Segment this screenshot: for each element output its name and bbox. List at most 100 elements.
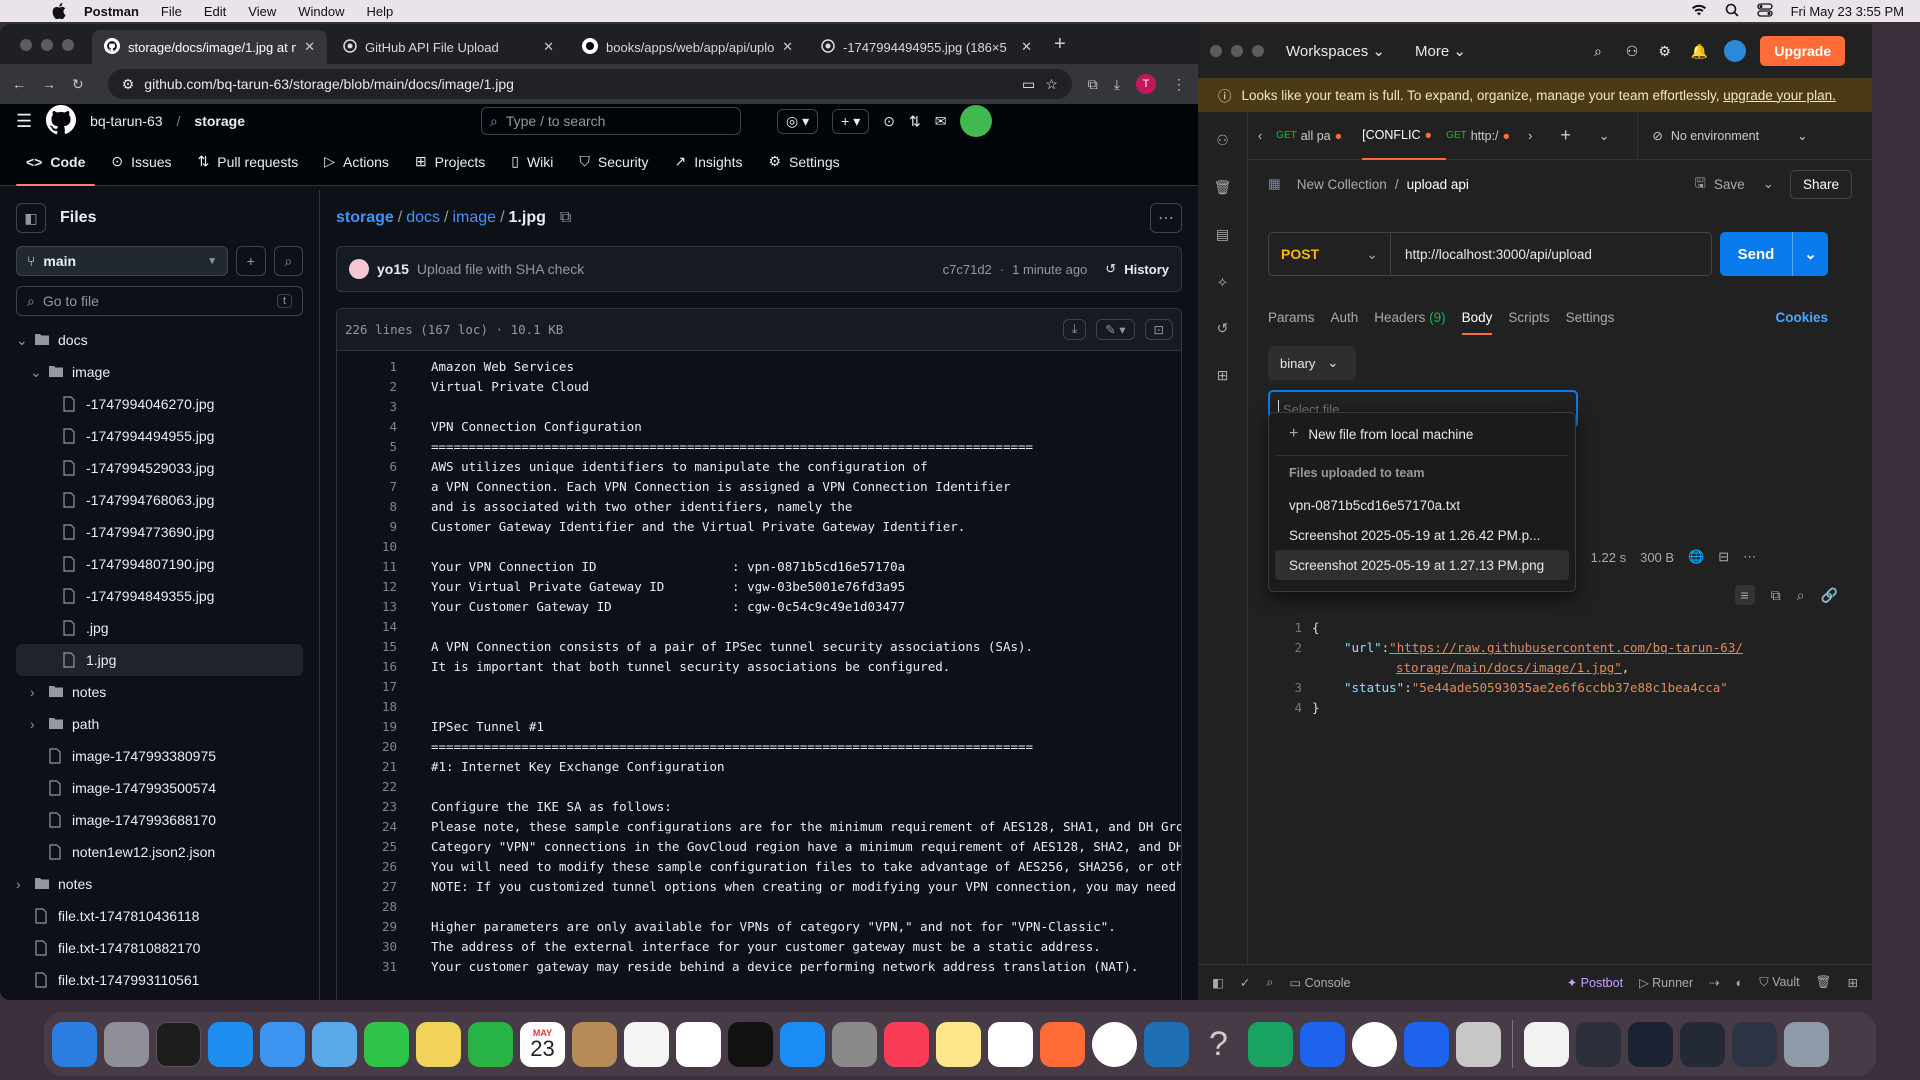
history-icon[interactable]: ↺ [1217,320,1229,337]
line-number[interactable]: 4 [337,419,397,439]
bookmark-star-icon[interactable]: ☆ [1045,76,1058,93]
mail-icon[interactable] [260,1021,305,1067]
tree-file[interactable]: file.txt-1747993110561 [16,964,303,996]
tab-projects[interactable]: ⊞ Projects [405,138,495,186]
google-chat-icon[interactable] [1248,1021,1293,1067]
docker-icon-2[interactable] [1404,1021,1449,1067]
vscode-icon[interactable] [1144,1021,1189,1067]
tree-file[interactable]: .jpg [16,612,303,644]
line-number[interactable]: 15 [337,639,397,659]
file-option-highlighted[interactable]: Screenshot 2025-05-19 at 1.27.13 PM.png [1275,550,1569,580]
json-url-link[interactable]: "https://raw.githubusercontent.com/bq-ta… [1389,640,1743,660]
help-icon[interactable]: ? [1196,1022,1241,1067]
back-icon[interactable]: ← [12,76,26,92]
more-options-icon[interactable]: ⋯ [1150,203,1182,233]
line-number[interactable]: 6 [337,459,397,479]
environment-selector[interactable]: ⊘ No environment ⌄ [1637,111,1808,160]
line-number[interactable]: 30 [337,939,397,959]
chevron-down-icon[interactable]: ⌄ [30,364,48,381]
tree-file[interactable]: -1747994046270.jpg [16,388,303,420]
menu-app-name[interactable]: Postman [84,4,139,19]
line-number[interactable]: 2 [337,379,397,399]
spotlight-icon[interactable] [1725,3,1739,20]
maps-icon[interactable] [312,1021,357,1067]
clock[interactable]: Fri May 23 3:55 PM [1791,4,1904,19]
tree-folder[interactable]: › notes [16,868,303,900]
breadcrumb-storage[interactable]: storage [336,209,394,227]
file-option[interactable]: vpn-0871b5cd16e57170a.txt [1269,490,1575,520]
go-to-file-input[interactable]: ⌕ Go to file t [16,286,303,316]
preview-icon[interactable] [1456,1021,1501,1067]
tab-security[interactable]: ⛉ Security [569,138,658,186]
chevron-down-icon[interactable]: ⌄ [16,332,34,349]
tab-settings[interactable]: ⚙ Settings [758,138,849,186]
vault-button[interactable]: ⛉ Vault [1759,975,1799,990]
search-icon[interactable]: ⌕ [1797,587,1805,604]
browser-tab-image[interactable]: -1747994494955.jpg (186×5 ✕ [809,30,1044,64]
menu-file[interactable]: File [161,4,182,19]
browser-tab-github-file[interactable]: storage/docs/image/1.jpg at m ✕ [92,30,327,64]
status-check-icon[interactable]: ✓ [1240,975,1250,990]
line-number[interactable]: 23 [337,799,397,819]
line-number[interactable]: 24 [337,819,397,839]
tree-file[interactable]: -1747994807190.jpg [16,548,303,580]
chrome-icon[interactable] [1092,1021,1137,1067]
scroll-right-icon[interactable]: › [1528,129,1532,143]
cookies-icon[interactable]: ◐ [1736,976,1744,990]
edit-pencil-icon[interactable]: ✎ ▾ [1096,319,1135,340]
notifications-icon[interactable]: 🔔 [1691,43,1708,60]
tree-file[interactable]: -1747994849355.jpg [16,580,303,612]
download-raw-icon[interactable]: ⤓ [1062,319,1087,340]
tree-folder[interactable]: › path [16,708,303,740]
share-button[interactable]: Share [1789,169,1852,199]
calendar-icon[interactable]: MAY 23 [520,1021,565,1067]
response-time[interactable]: 1.22 s [1591,550,1626,565]
safari-icon[interactable] [208,1021,253,1067]
postman-app-icon[interactable] [1040,1021,1085,1067]
settings-icon[interactable]: ⚙ [1658,43,1671,60]
window-controls[interactable] [20,39,74,51]
recent-window-1-icon[interactable] [1576,1021,1621,1067]
close-tab-icon[interactable]: ✕ [543,39,554,55]
branch-selector[interactable]: ⑂ main ▼ [16,246,229,276]
reminders-icon[interactable] [624,1021,669,1067]
inbox-icon[interactable]: ✉ [935,113,947,130]
new-tab-icon[interactable]: + [1560,125,1571,146]
system-settings-icon[interactable] [832,1021,877,1067]
chevron-right-icon[interactable]: › [30,716,48,732]
save-dropdown-icon[interactable]: ⌄ [1763,176,1774,192]
github-logo-icon[interactable] [46,104,77,138]
line-number[interactable]: 11 [337,559,397,579]
request-tab-1[interactable]: GET all pa ● [1276,129,1362,143]
commit-sha[interactable]: c7c71d2 [943,262,992,277]
send-button[interactable]: Send ⌄ [1720,232,1828,276]
more-menu[interactable]: More ⌄ [1415,42,1466,60]
collapse-sidebar-icon[interactable]: ◧ [16,203,46,233]
send-options-icon[interactable]: ⌄ [1792,232,1828,276]
hamburger-icon[interactable]: ☰ [16,111,32,132]
tab-wiki[interactable]: ▯ Wiki [501,138,563,186]
line-number[interactable]: 9 [337,519,397,539]
avatar[interactable] [960,105,993,137]
tree-file[interactable]: file.txt-1747810436118 [16,900,303,932]
github-search[interactable]: ⌕ Type / to search [481,107,741,135]
globe-icon[interactable]: 🌐 [1688,549,1704,565]
reload-icon[interactable]: ↻ [72,76,84,93]
browser-tab-api-upload[interactable]: GitHub API File Upload ✕ [331,30,566,64]
trash-icon[interactable]: 🗑 [1214,179,1232,196]
tree-file[interactable]: -1747994768063.jpg [16,484,303,516]
method-selector[interactable]: POST ⌄ [1268,232,1390,276]
tree-file[interactable]: -1747994773690.jpg [16,516,303,548]
copy-path-icon[interactable]: ⧉ [560,209,571,227]
music-icon[interactable] [884,1021,929,1067]
upgrade-button[interactable]: Upgrade [1760,36,1846,66]
flows-icon[interactable]: ⊞ [1217,367,1229,384]
wrap-lines-icon[interactable]: ≡ [1734,585,1755,605]
upgrade-plan-link[interactable]: upgrade your plan. [1723,88,1836,103]
copilot-icon[interactable]: ◎ ▾ [777,108,819,134]
subtab-params[interactable]: Params [1268,310,1315,325]
tree-file[interactable]: image-1747993380975 [16,740,303,772]
recent-window-2-icon[interactable] [1628,1021,1673,1067]
control-center-icon[interactable] [1756,2,1773,20]
close-tab-icon[interactable]: ✕ [1021,39,1032,55]
